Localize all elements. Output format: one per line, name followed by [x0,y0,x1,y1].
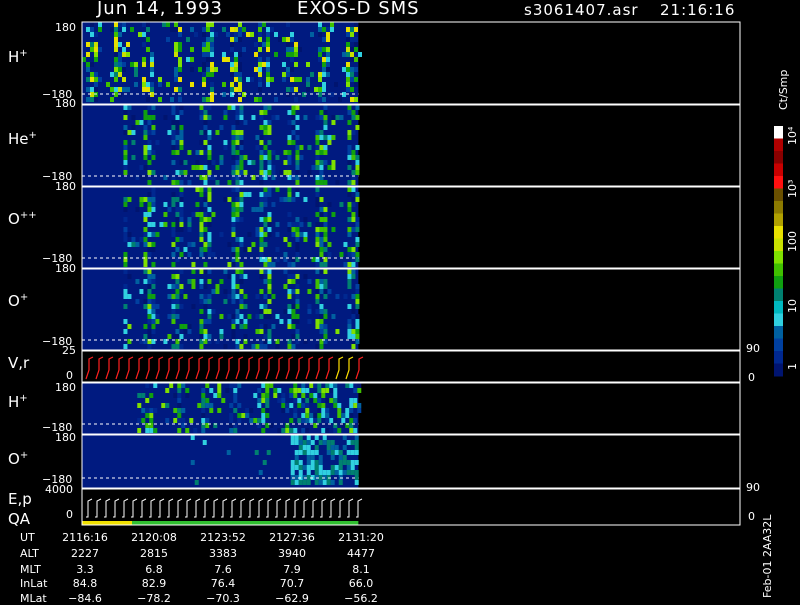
side-id-label: Feb-01 2AA32L [761,514,774,598]
colorbar-segment [774,363,783,377]
footer-row-name-mlat: MLat [20,592,47,605]
panel-label-opp: O++ [8,210,37,228]
tick-ep-right-bottom: 0 [748,510,755,523]
tick-ep-right-top: 90 [746,481,760,494]
tick-h1-max: 180 [55,21,76,34]
qa-bar-yellow [82,521,132,525]
colorbar-segment [774,201,783,214]
panel-bg-vr [82,351,740,382]
footer-cell-mlat-0: −84.6 [68,592,102,605]
colorbar-segment [774,188,783,202]
tick-o1-max: 180 [55,262,76,275]
footer-cell-alt-2: 3383 [209,547,237,560]
footer-cell-inlat-0: 84.8 [72,577,98,590]
spectrogram-plot [81,21,783,526]
panel-label-ep: E,p [8,490,32,508]
colorbar-segment [774,338,783,352]
tick-vr-right-top: 90 [746,342,760,355]
footer-cell-mlt-1: 6.8 [145,563,163,576]
panel-bg-ep [82,489,740,525]
footer-cell-mlt-2: 7.6 [214,563,232,576]
colorbar-segment [774,238,783,252]
footer-row-name-alt: ALT [20,547,39,560]
colorbar-segment [774,151,783,164]
footer-row-name-ut: UT [20,531,35,544]
tick-o2-max: 180 [55,431,76,444]
footer-cell-ut-4: 2131:20 [338,531,384,544]
footer-cell-mlt-0: 3.3 [76,563,94,576]
footer-cell-mlat-1: −78.2 [137,592,171,605]
footer-row-name-inlat: InLat [20,577,48,590]
footer-cell-inlat-2: 76.4 [210,577,236,590]
footer-cell-mlat-3: −62.9 [275,592,309,605]
colorbar-segment [774,251,783,264]
colorbar-segment [774,126,783,139]
tick-he-max: 180 [55,97,76,110]
footer-cell-mlt-3: 7.9 [283,563,301,576]
colorbar-tick-1e4: 10⁴ [786,126,799,145]
colorbar-segment [774,301,783,314]
footer-cell-mlat-4: −56.2 [344,592,378,605]
footer-cell-alt-3: 3940 [278,547,306,560]
panel-label-he: He+ [8,130,37,148]
panel-label-vr: V,r [8,354,30,372]
colorbar-segment [774,213,783,227]
footer-cell-ut-2: 2123:52 [200,531,246,544]
tick-vr-max: 25 [62,344,76,357]
colorbar-segment [774,263,783,277]
colorbar-tick-100: 100 [786,231,799,252]
tick-h2-max: 180 [55,381,76,394]
colorbar-segment [774,351,783,364]
panel-label-h2: H+ [8,393,28,411]
colorbar-segment [774,326,783,339]
footer-cell-ut-3: 2127:36 [269,531,315,544]
tick-vr-right-bottom: 0 [748,371,755,384]
footer-cell-mlat-2: −70.3 [206,592,240,605]
footer-cell-ut-1: 2120:08 [131,531,177,544]
footer-cell-alt-0: 2227 [71,547,99,560]
tick-ep-max: 4000 [45,483,73,496]
colorbar-tick-10: 10 [786,299,799,313]
footer-cell-ut-0: 2116:16 [62,531,108,544]
colorbar-segment [774,313,783,327]
footer-cell-inlat-4: 66.0 [348,577,374,590]
footer-row-name-mlt: MLT [20,563,41,576]
panel-label-o1: O+ [8,292,29,310]
panel-label-qa: QA [8,510,31,528]
colorbar-segment [774,163,783,177]
colorbar-segment [774,226,783,239]
panel-label-h1: H+ [8,48,28,66]
colorbar-segment [774,276,783,289]
colorbar-segment [774,138,783,152]
tick-ep-min: 0 [66,508,73,521]
tick-opp-max: 180 [55,180,76,193]
colorbar-segment [774,288,783,302]
footer-cell-inlat-3: 70.7 [279,577,305,590]
colorbar-unit: Ct/Smp [777,69,790,110]
colorbar-tick-1: 1 [786,363,799,370]
colorbar-segment [774,176,783,189]
footer-cell-inlat-1: 82.9 [141,577,167,590]
footer-cell-mlt-4: 8.1 [352,563,370,576]
panel-label-o2: O+ [8,450,29,468]
colorbar-tick-1e3: 10³ [786,179,799,198]
footer-cell-alt-4: 4477 [347,547,375,560]
qa-bar-green [132,521,359,525]
footer-cell-alt-1: 2815 [140,547,168,560]
